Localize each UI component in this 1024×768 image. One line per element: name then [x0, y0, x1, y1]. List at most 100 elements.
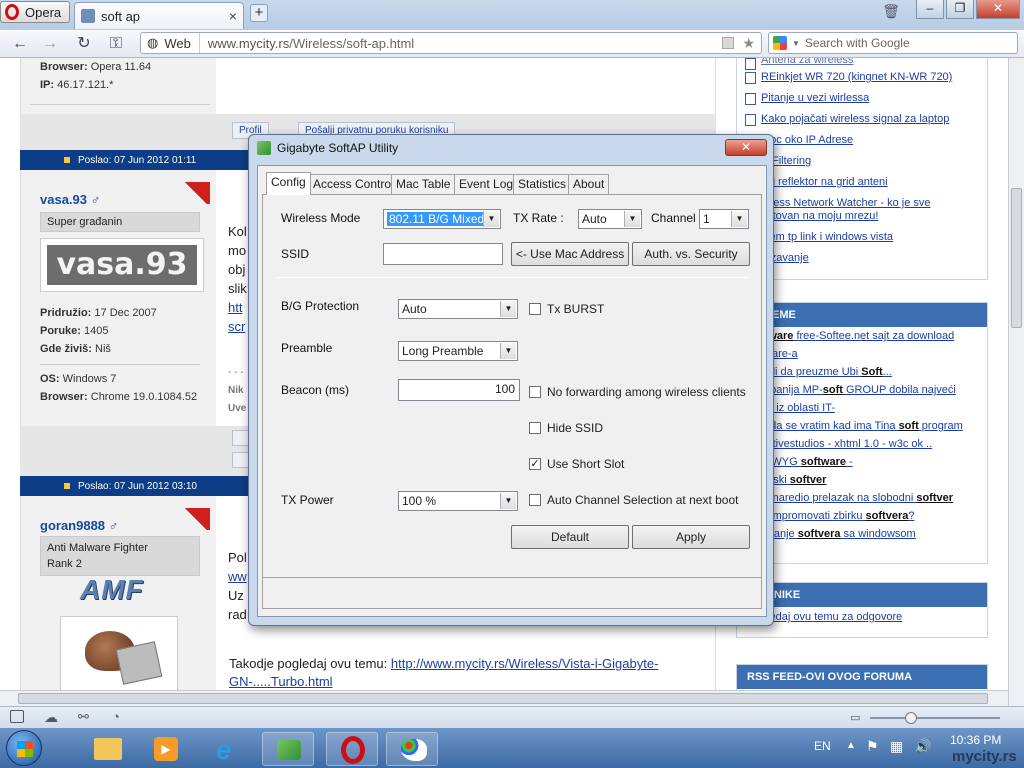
wireless-mode-select[interactable]: 802.11 B/G Mixed ▼ [383, 209, 501, 229]
sidebar-link[interactable]: SIWYG software - [737, 453, 987, 471]
scrollbar-thumb[interactable] [18, 693, 988, 704]
tab-about[interactable]: About [568, 174, 610, 194]
sidebar-link[interactable]: o da se vratim kad ima Tina soft program [737, 417, 987, 435]
clock-time[interactable]: 10:36 PM [950, 733, 1001, 747]
sidebar-link[interactable]: ftware free-Softee.net sajt za download [737, 327, 987, 345]
post3-username[interactable]: goran9888 ♂ [40, 518, 118, 533]
reload-icon[interactable]: ↻ [74, 34, 94, 54]
sidebar-link[interactable]: zeli da preuzme Ubi Soft... [737, 363, 987, 381]
tab-statistics[interactable]: Statistics [513, 174, 572, 194]
ssid-input[interactable] [383, 243, 503, 265]
bg-protection-select[interactable]: Auto ▼ [398, 299, 518, 319]
sidebar-link[interactable]: moc oko IP Adrese [737, 130, 987, 151]
use-mac-address-button[interactable]: <- Use Mac Address [511, 242, 629, 266]
text-link-fragment[interactable]: ww [228, 567, 247, 586]
paint-taskbar-icon[interactable] [386, 732, 438, 766]
zoom-slider-handle[interactable] [905, 712, 917, 724]
share-icon[interactable]: ⚯ [78, 709, 89, 725]
sidebar-link-partial[interactable]: Antena za wireless [737, 58, 987, 70]
web-badge[interactable]: ◍ Web [141, 33, 200, 53]
trash-icon[interactable]: 🗑 [882, 3, 900, 20]
sidebar-link[interactable]: rezavanje [737, 248, 987, 269]
search-field[interactable]: ▼ Search with Google [768, 32, 1018, 54]
explorer-taskbar-icon[interactable] [82, 732, 134, 766]
new-tab-button[interactable]: + [250, 4, 268, 22]
short-slot-checkbox[interactable]: ✓ Use Short Slot [529, 457, 624, 471]
sidebar-link[interactable]: in naredio prelazak na slobodni softver [737, 489, 987, 507]
cloud-icon[interactable]: ☁ [44, 709, 58, 726]
tab-close-icon[interactable]: × [229, 8, 237, 24]
minimize-button[interactable]: – [916, 0, 944, 19]
sidebar-link[interactable]: Pitanje u vezi wirlessa [737, 88, 987, 109]
hide-ssid-checkbox[interactable]: Hide SSID [529, 421, 603, 435]
auto-channel-checkbox[interactable]: Auto Channel Selection at next boot [529, 493, 738, 507]
post2-username[interactable]: vasa.93 ♂ [40, 192, 100, 207]
opera-taskbar-icon[interactable] [326, 732, 378, 766]
start-button[interactable] [6, 730, 42, 766]
zoom-slider[interactable] [870, 717, 1000, 719]
tx-burst-checkbox[interactable]: Tx BURST [529, 302, 604, 316]
tray-expand-icon[interactable]: ▲ [846, 740, 856, 751]
opera-menu-button[interactable]: Opera [0, 1, 70, 23]
sidebar-link[interactable]: retanje softvera sa windowsom [737, 525, 987, 543]
sidebar-link[interactable]: mpanija MP-soft GROUP dobila najveći [737, 381, 987, 399]
sidebar-link[interactable]: ao iz oblasti IT- [737, 399, 987, 417]
preamble-select[interactable]: Long Preamble ▼ [398, 341, 518, 361]
zoom-out-icon[interactable]: ▭ [850, 711, 860, 724]
softap-taskbar-icon[interactable] [262, 732, 314, 766]
sidebar-link[interactable]: ectivestudios - xhtml 1.0 - w3c ok .. [737, 435, 987, 453]
channel-select[interactable]: 1 ▼ [699, 209, 749, 229]
volume-icon[interactable]: 🔊 [914, 738, 931, 755]
sidebar-link[interactable]: kompromovati zbirku softvera? [737, 507, 987, 525]
tab-access-control[interactable]: Access Control [308, 174, 399, 194]
sidebar-link[interactable]: blem tp link i windows vista [737, 227, 987, 248]
text-link-fragment[interactable]: htt [228, 298, 247, 317]
sidebar-link[interactable]: tware-a [737, 345, 987, 363]
network-icon[interactable]: ▦ [890, 738, 903, 755]
rss-feed-icon[interactable] [722, 37, 735, 49]
forward-arrow-icon[interactable]: → [40, 34, 60, 54]
beacon-input[interactable]: 100 [398, 379, 520, 401]
address-bar[interactable]: ◍ Web www.mycity.rs/Wireless/soft-ap.html… [140, 32, 762, 54]
sidebar-link[interactable]: C Filtering [737, 151, 987, 172]
tab-config[interactable]: Config [266, 172, 311, 195]
wireless-mode-label: Wireless Mode [281, 211, 361, 225]
auth-security-button[interactable]: Auth. vs. Security [632, 242, 750, 266]
language-indicator[interactable]: EN [814, 739, 831, 753]
restore-button[interactable]: ❐ [946, 0, 974, 19]
apply-button[interactable]: Apply [632, 525, 750, 549]
dialog-title-bar[interactable]: Gigabyte SoftAP Utility [257, 141, 398, 155]
browser-value: Opera 11.64 [90, 61, 152, 73]
sidebar-link[interactable]: Kako pojačati wireless signal za laptop [737, 109, 987, 130]
tab-event-log[interactable]: Event Log [454, 174, 519, 194]
link-text: ? [908, 510, 915, 522]
media-player-taskbar-icon[interactable]: ▶ [140, 732, 192, 766]
sidebar-link[interactable]: unski softver [737, 471, 987, 489]
no-forwarding-checkbox[interactable]: No forwarding among wireless clients [529, 385, 746, 399]
speed-dial-icon[interactable]: ◔ [112, 709, 120, 724]
key-icon[interactable]: ⚿ [106, 34, 126, 54]
sidebar-link[interactable]: ol i reflektor na grid anteni [737, 172, 987, 193]
horizontal-scrollbar[interactable] [0, 690, 1008, 706]
sidebar-link[interactable]: gledaj ovu temu za odgovore [737, 607, 987, 628]
search-engine-dropdown-icon[interactable]: ▼ [792, 39, 800, 48]
vertical-scrollbar[interactable] [1008, 58, 1024, 706]
sidebar-link[interactable]: REinkjet WR 720 (kingnet KN-WR 720) [737, 67, 987, 88]
site-favicon-icon [81, 9, 95, 23]
browser-tab-soft-ap[interactable]: soft ap × [74, 2, 244, 29]
text-link-fragment[interactable]: scr [228, 317, 247, 336]
bookmark-star-icon[interactable]: ★ [742, 35, 755, 52]
default-button[interactable]: Default [511, 525, 629, 549]
ie-taskbar-icon[interactable]: e [204, 732, 256, 766]
panel-toggle-icon[interactable] [10, 710, 24, 723]
url-text[interactable]: www.mycity.rs/Wireless/soft-ap.html [200, 36, 414, 51]
browser-status-bar: ☁ ⚯ ◔ ▭ [0, 706, 1024, 728]
tab-mac-table[interactable]: Mac Table [391, 174, 456, 194]
scrollbar-thumb[interactable] [1011, 188, 1022, 328]
close-window-button[interactable]: ✕ [976, 0, 1020, 19]
tx-rate-select[interactable]: Auto ▼ [578, 209, 642, 229]
flag-icon[interactable]: ⚑ [866, 738, 879, 755]
back-arrow-icon[interactable]: ← [10, 34, 30, 54]
tx-power-select[interactable]: 100 % ▼ [398, 491, 518, 511]
dialog-close-button[interactable]: ✕ [725, 139, 767, 156]
